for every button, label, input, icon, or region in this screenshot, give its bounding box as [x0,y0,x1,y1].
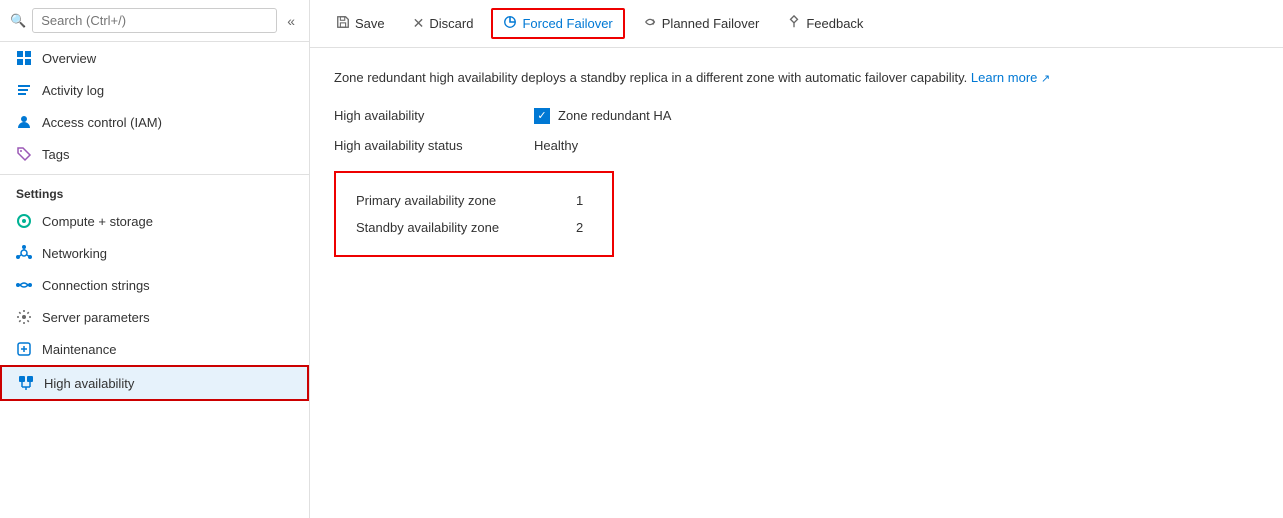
forced-failover-label: Forced Failover [522,16,612,31]
sidebar-item-label-networking: Networking [42,246,107,261]
ha-label: High availability [334,108,514,123]
standby-zone-row: Standby availability zone 2 [356,214,592,241]
sidebar-item-label-server: Server parameters [42,310,150,325]
ha-value: ✓ Zone redundant HA [534,108,671,124]
info-text: Zone redundant high availability deploys… [334,68,1259,88]
sidebar-item-connection-strings[interactable]: Connection strings [0,269,309,301]
sidebar-item-label-overview: Overview [42,51,96,66]
save-button[interactable]: Save [326,10,395,37]
toolbar: Save ✕ Discard Forced Failover Planned F… [310,0,1283,48]
sidebar-item-label-activity-log: Activity log [42,83,104,98]
primary-zone-row: Primary availability zone 1 [356,187,592,214]
discard-button[interactable]: ✕ Discard [403,10,484,37]
settings-section-label: Settings [0,174,309,205]
primary-zone-value: 1 [576,193,583,208]
sidebar-item-overview[interactable]: Overview [0,42,309,74]
sidebar-item-compute-storage[interactable]: Compute + storage [0,205,309,237]
overview-icon [16,50,32,66]
sidebar-item-iam[interactable]: Access control (IAM) [0,106,309,138]
planned-failover-button[interactable]: Planned Failover [633,10,770,37]
sidebar-item-high-availability[interactable]: High availability [0,365,309,401]
networking-icon [16,245,32,261]
sidebar-item-label-maintenance: Maintenance [42,342,116,357]
search-bar: 🔍 « [0,0,309,42]
ha-status-value: Healthy [534,138,578,153]
high-availability-icon [18,375,34,391]
feedback-icon [787,15,801,32]
ha-value-text: Zone redundant HA [558,108,671,123]
ha-status-row: High availability status Healthy [334,138,1259,153]
iam-icon [16,114,32,130]
planned-failover-icon [643,15,657,32]
forced-failover-icon [503,15,517,32]
learn-more-link[interactable]: Learn more [971,70,1037,85]
feedback-label: Feedback [806,16,863,31]
discard-label: Discard [429,16,473,31]
save-icon [336,15,350,32]
sidebar-item-maintenance[interactable]: Maintenance [0,333,309,365]
sidebar-item-networking[interactable]: Networking [0,237,309,269]
tags-icon [16,146,32,162]
save-label: Save [355,16,385,31]
page-body: Zone redundant high availability deploys… [310,48,1283,518]
sidebar: 🔍 « Overview Activity log Access control… [0,0,310,518]
sidebar-item-label-compute: Compute + storage [42,214,153,229]
discard-icon: ✕ [413,15,425,32]
standby-zone-label: Standby availability zone [356,220,556,235]
sidebar-item-label-ha: High availability [44,376,134,391]
info-text-content: Zone redundant high availability deploys… [334,70,967,85]
main-content: Save ✕ Discard Forced Failover Planned F… [310,0,1283,518]
search-icon: 🔍 [10,13,26,29]
activity-log-icon [16,82,32,98]
connection-strings-icon [16,277,32,293]
server-parameters-icon [16,309,32,325]
collapse-button[interactable]: « [283,11,299,31]
standby-zone-value: 2 [576,220,583,235]
high-availability-row: High availability ✓ Zone redundant HA [334,108,1259,124]
sidebar-item-label-iam: Access control (IAM) [42,115,162,130]
maintenance-icon [16,341,32,357]
sidebar-item-tags[interactable]: Tags [0,138,309,170]
ha-status-label: High availability status [334,138,514,153]
sidebar-item-server-parameters[interactable]: Server parameters [0,301,309,333]
forced-failover-button[interactable]: Forced Failover [491,8,624,39]
planned-failover-label: Planned Failover [662,16,760,31]
availability-zone-box: Primary availability zone 1 Standby avai… [334,171,614,257]
sidebar-item-activity-log[interactable]: Activity log [0,74,309,106]
compute-storage-icon [16,213,32,229]
ha-checkbox[interactable]: ✓ [534,108,550,124]
search-input[interactable] [32,8,277,33]
sidebar-item-label-tags: Tags [42,147,69,162]
feedback-button[interactable]: Feedback [777,10,873,37]
external-link-icon: ↗ [1041,73,1050,85]
sidebar-item-label-connection: Connection strings [42,278,150,293]
primary-zone-label: Primary availability zone [356,193,556,208]
